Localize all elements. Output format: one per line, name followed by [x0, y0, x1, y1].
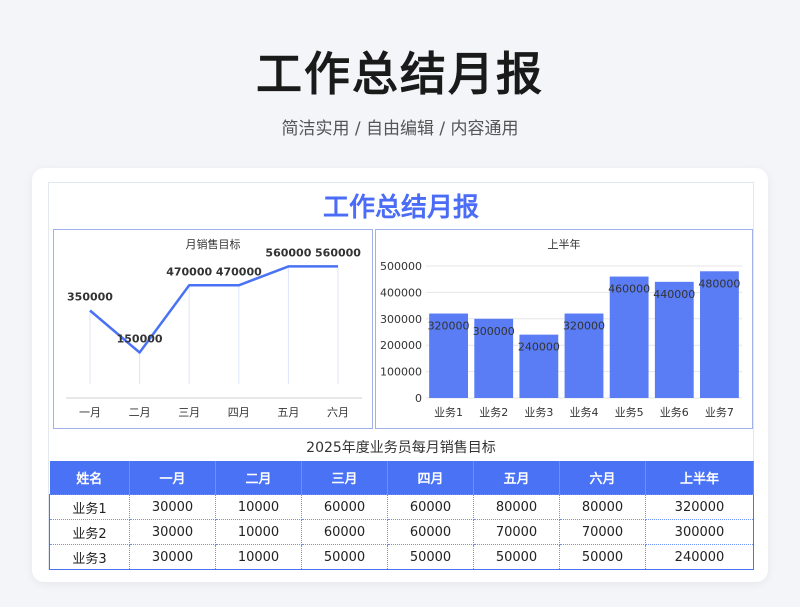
x-tick-label: 业务4 — [570, 406, 599, 419]
data-label: 560000 — [265, 246, 311, 259]
data-label: 480000 — [698, 277, 740, 290]
table-cell[interactable]: 50000 — [387, 544, 474, 570]
y-tick-label: 100000 — [380, 366, 422, 379]
table-cell[interactable]: 70000 — [473, 519, 560, 545]
table-cell[interactable]: 50000 — [473, 544, 560, 570]
y-tick-label: 0 — [415, 392, 422, 405]
data-label: 240000 — [518, 341, 560, 354]
x-tick-label: 六月 — [327, 406, 349, 419]
data-label: 350000 — [67, 291, 113, 304]
table-cell[interactable]: 10000 — [215, 519, 302, 545]
page-subtitle: 简洁实用 / 自由编辑 / 内容通用 — [281, 119, 519, 139]
bar-chart-panel[interactable]: 上半年 0 100000 200000 300000 400000 500000 32000… — [375, 229, 753, 429]
header-cell: 一月 — [129, 461, 216, 495]
header-cell: 上半年 — [645, 461, 754, 495]
y-tick-label: 500000 — [380, 260, 422, 273]
header-cell: 三月 — [301, 461, 388, 495]
table-cell[interactable]: 10000 — [215, 544, 302, 570]
table-cell[interactable]: 320000 — [645, 494, 754, 520]
table-cell[interactable]: 70000 — [559, 519, 646, 545]
data-label: 460000 — [608, 283, 650, 296]
x-tick-label: 五月 — [277, 406, 299, 419]
table-row: 业务1 30000 10000 60000 60000 80000 80000 … — [49, 494, 754, 520]
x-tick-label: 三月 — [178, 406, 200, 419]
table-row: 业务3 30000 10000 50000 50000 50000 50000 … — [49, 544, 754, 570]
table-cell[interactable]: 80000 — [559, 494, 646, 520]
data-label: 300000 — [473, 325, 515, 338]
table-cell[interactable]: 业务3 — [49, 544, 130, 570]
table-cell[interactable]: 300000 — [645, 519, 754, 545]
x-tick-label: 四月 — [228, 406, 250, 419]
table-cell[interactable]: 30000 — [129, 519, 216, 545]
line-chart: 350000150000470000 470000560000 560000一月 二月… — [66, 246, 362, 419]
x-tick-label: 业务6 — [660, 406, 689, 419]
data-label: 470000 — [166, 265, 212, 278]
x-tick-label: 一月 — [79, 406, 101, 419]
x-tick-label: 业务2 — [479, 406, 508, 419]
header-cell: 四月 — [387, 461, 474, 495]
table-cell[interactable]: 80000 — [473, 494, 560, 520]
data-label: 320000 — [563, 320, 605, 333]
table-cell[interactable]: 50000 — [559, 544, 646, 570]
x-tick-label: 业务1 — [434, 406, 463, 419]
table-caption: 2025年度业务员每月销售目标 — [306, 440, 496, 456]
y-tick-label: 200000 — [380, 339, 422, 352]
x-tick-label: 业务5 — [615, 406, 644, 419]
table-cell[interactable]: 30000 — [129, 544, 216, 570]
table-cell[interactable]: 60000 — [387, 519, 474, 545]
report-card: 工作总结月报 月销售目标 350000 150000 470000 470000 560… — [32, 168, 768, 582]
data-label: 560000 — [315, 246, 361, 259]
sales-table: 姓名 一月 二月 三月 四月 五月 六月 上半年 业务1 30000 10000… — [49, 461, 754, 570]
header-cell: 姓名 — [49, 461, 130, 495]
table-cell[interactable]: 10000 — [215, 494, 302, 520]
x-tick-label: 业务7 — [705, 406, 734, 419]
line-chart-panel[interactable]: 月销售目标 350000 150000 470000 470000 560000 5600… — [53, 229, 373, 429]
data-label: 440000 — [653, 288, 695, 301]
y-tick-label: 300000 — [380, 313, 422, 326]
bar — [700, 271, 739, 398]
bar-chart: 0 100000 200000 300000 400000 500000 320000 业务1… — [380, 260, 742, 419]
table-cell[interactable]: 业务2 — [49, 519, 130, 545]
table-row: 业务2 30000 10000 60000 60000 70000 70000 … — [49, 519, 754, 545]
header-cell: 六月 — [559, 461, 646, 495]
table-cell[interactable]: 50000 — [301, 544, 388, 570]
header-cell: 五月 — [473, 461, 560, 495]
y-tick-label: 400000 — [380, 286, 422, 299]
data-label: 320000 — [428, 320, 470, 333]
table-cell[interactable]: 30000 — [129, 494, 216, 520]
header-cell: 二月 — [215, 461, 302, 495]
x-tick-label: 业务3 — [524, 406, 553, 419]
data-label: 150000 — [117, 333, 163, 346]
report-sheet: 工作总结月报 月销售目标 350000 150000 470000 470000 560… — [48, 182, 754, 570]
page-title: 工作总结月报 — [256, 47, 544, 101]
sheet-title: 工作总结月报 — [322, 193, 479, 223]
table-cell[interactable]: 240000 — [645, 544, 754, 570]
x-tick-label: 二月 — [129, 406, 151, 419]
table-cell[interactable]: 业务1 — [49, 494, 130, 520]
table-cell[interactable]: 60000 — [301, 494, 388, 520]
table-cell[interactable]: 60000 — [301, 519, 388, 545]
table-header-row: 姓名 一月 二月 三月 四月 五月 六月 上半年 — [49, 461, 754, 495]
data-label: 470000 — [216, 265, 262, 278]
table-cell[interactable]: 60000 — [387, 494, 474, 520]
